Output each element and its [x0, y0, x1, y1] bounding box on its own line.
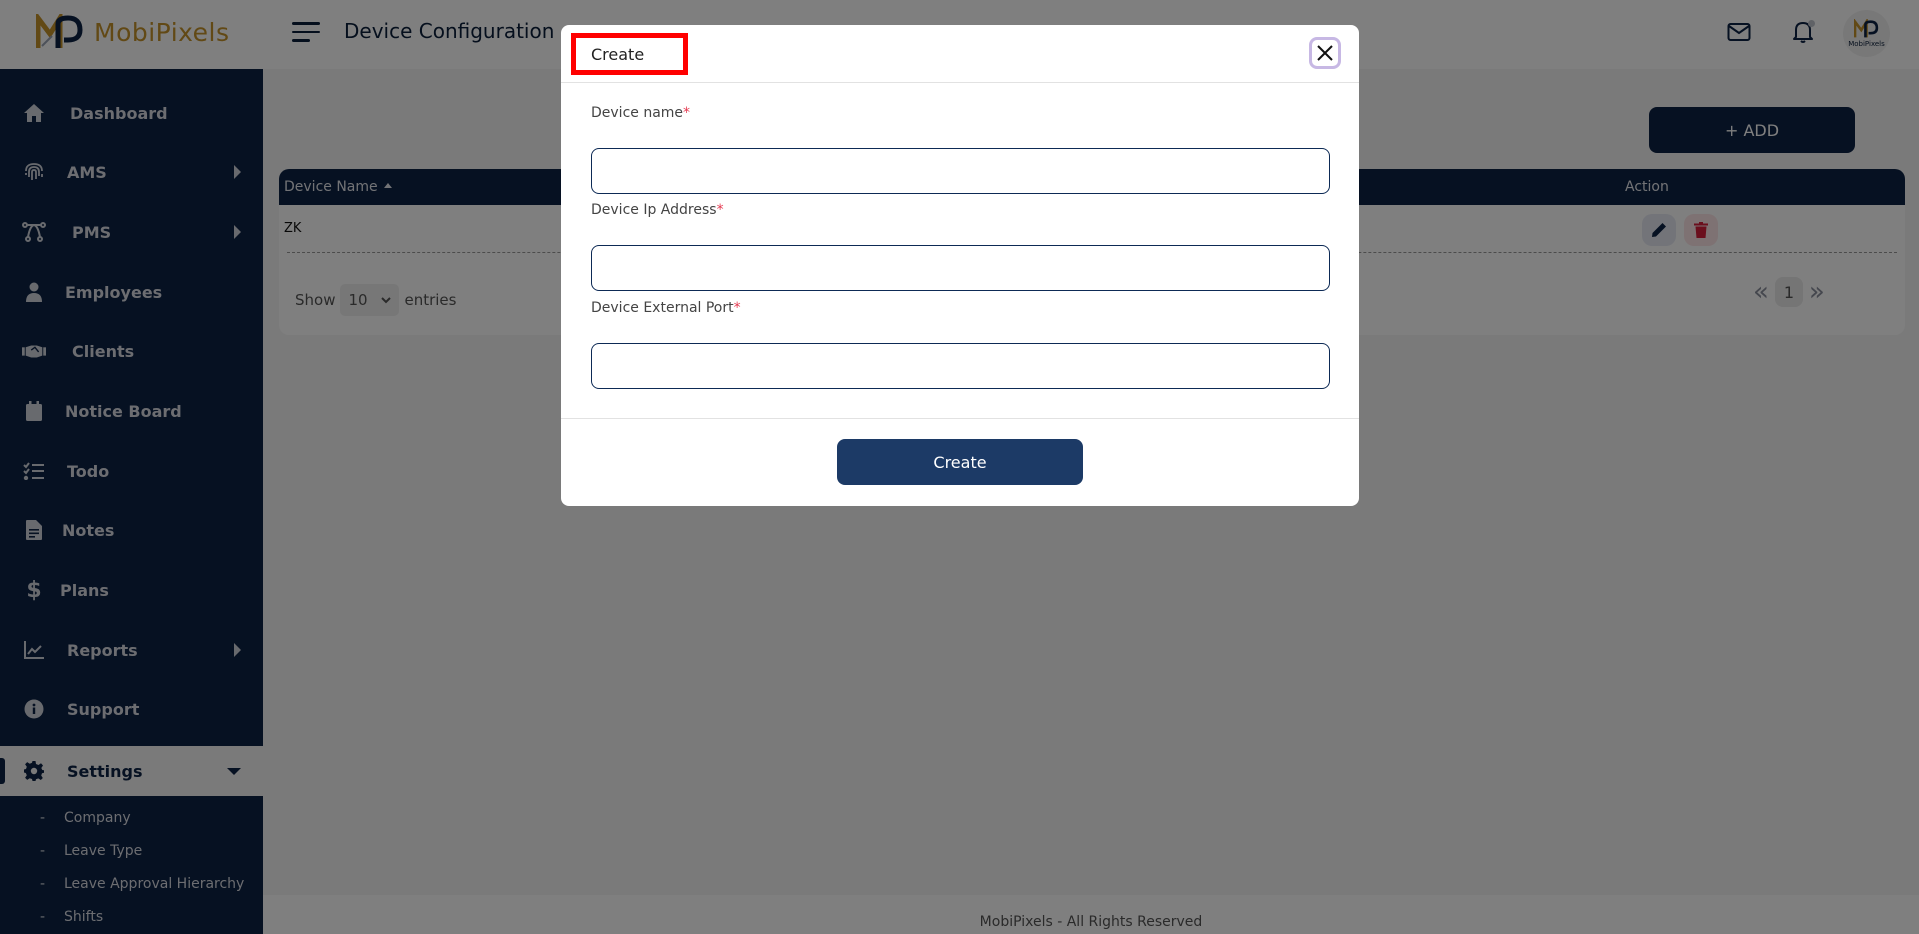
required-asterisk: * [733, 300, 741, 316]
device-ip-address-input[interactable] [591, 245, 1330, 291]
close-icon [1317, 45, 1333, 61]
device-external-port-input[interactable] [591, 343, 1330, 389]
required-asterisk: * [716, 202, 724, 218]
device-external-port-label: Device External Port* [591, 300, 741, 316]
create-device-modal: Create Device name* Device Ip Address* D… [561, 25, 1359, 506]
required-asterisk: * [683, 105, 691, 121]
modal-header: Create [561, 25, 1359, 83]
device-name-label: Device name* [591, 105, 690, 121]
modal-body: Device name* Device Ip Address* Device E… [561, 83, 1359, 419]
label-text: Device name [591, 105, 684, 121]
modal-title-highlight: Create [571, 33, 688, 75]
create-button[interactable]: Create [837, 439, 1083, 485]
label-text: Device External Port [591, 300, 734, 316]
label-text: Device Ip Address [591, 202, 717, 218]
modal-footer: Create [561, 419, 1359, 505]
device-name-input[interactable] [591, 148, 1330, 194]
close-button[interactable] [1309, 37, 1341, 69]
modal-title: Create [591, 44, 645, 64]
device-ip-address-label: Device Ip Address* [591, 202, 724, 218]
